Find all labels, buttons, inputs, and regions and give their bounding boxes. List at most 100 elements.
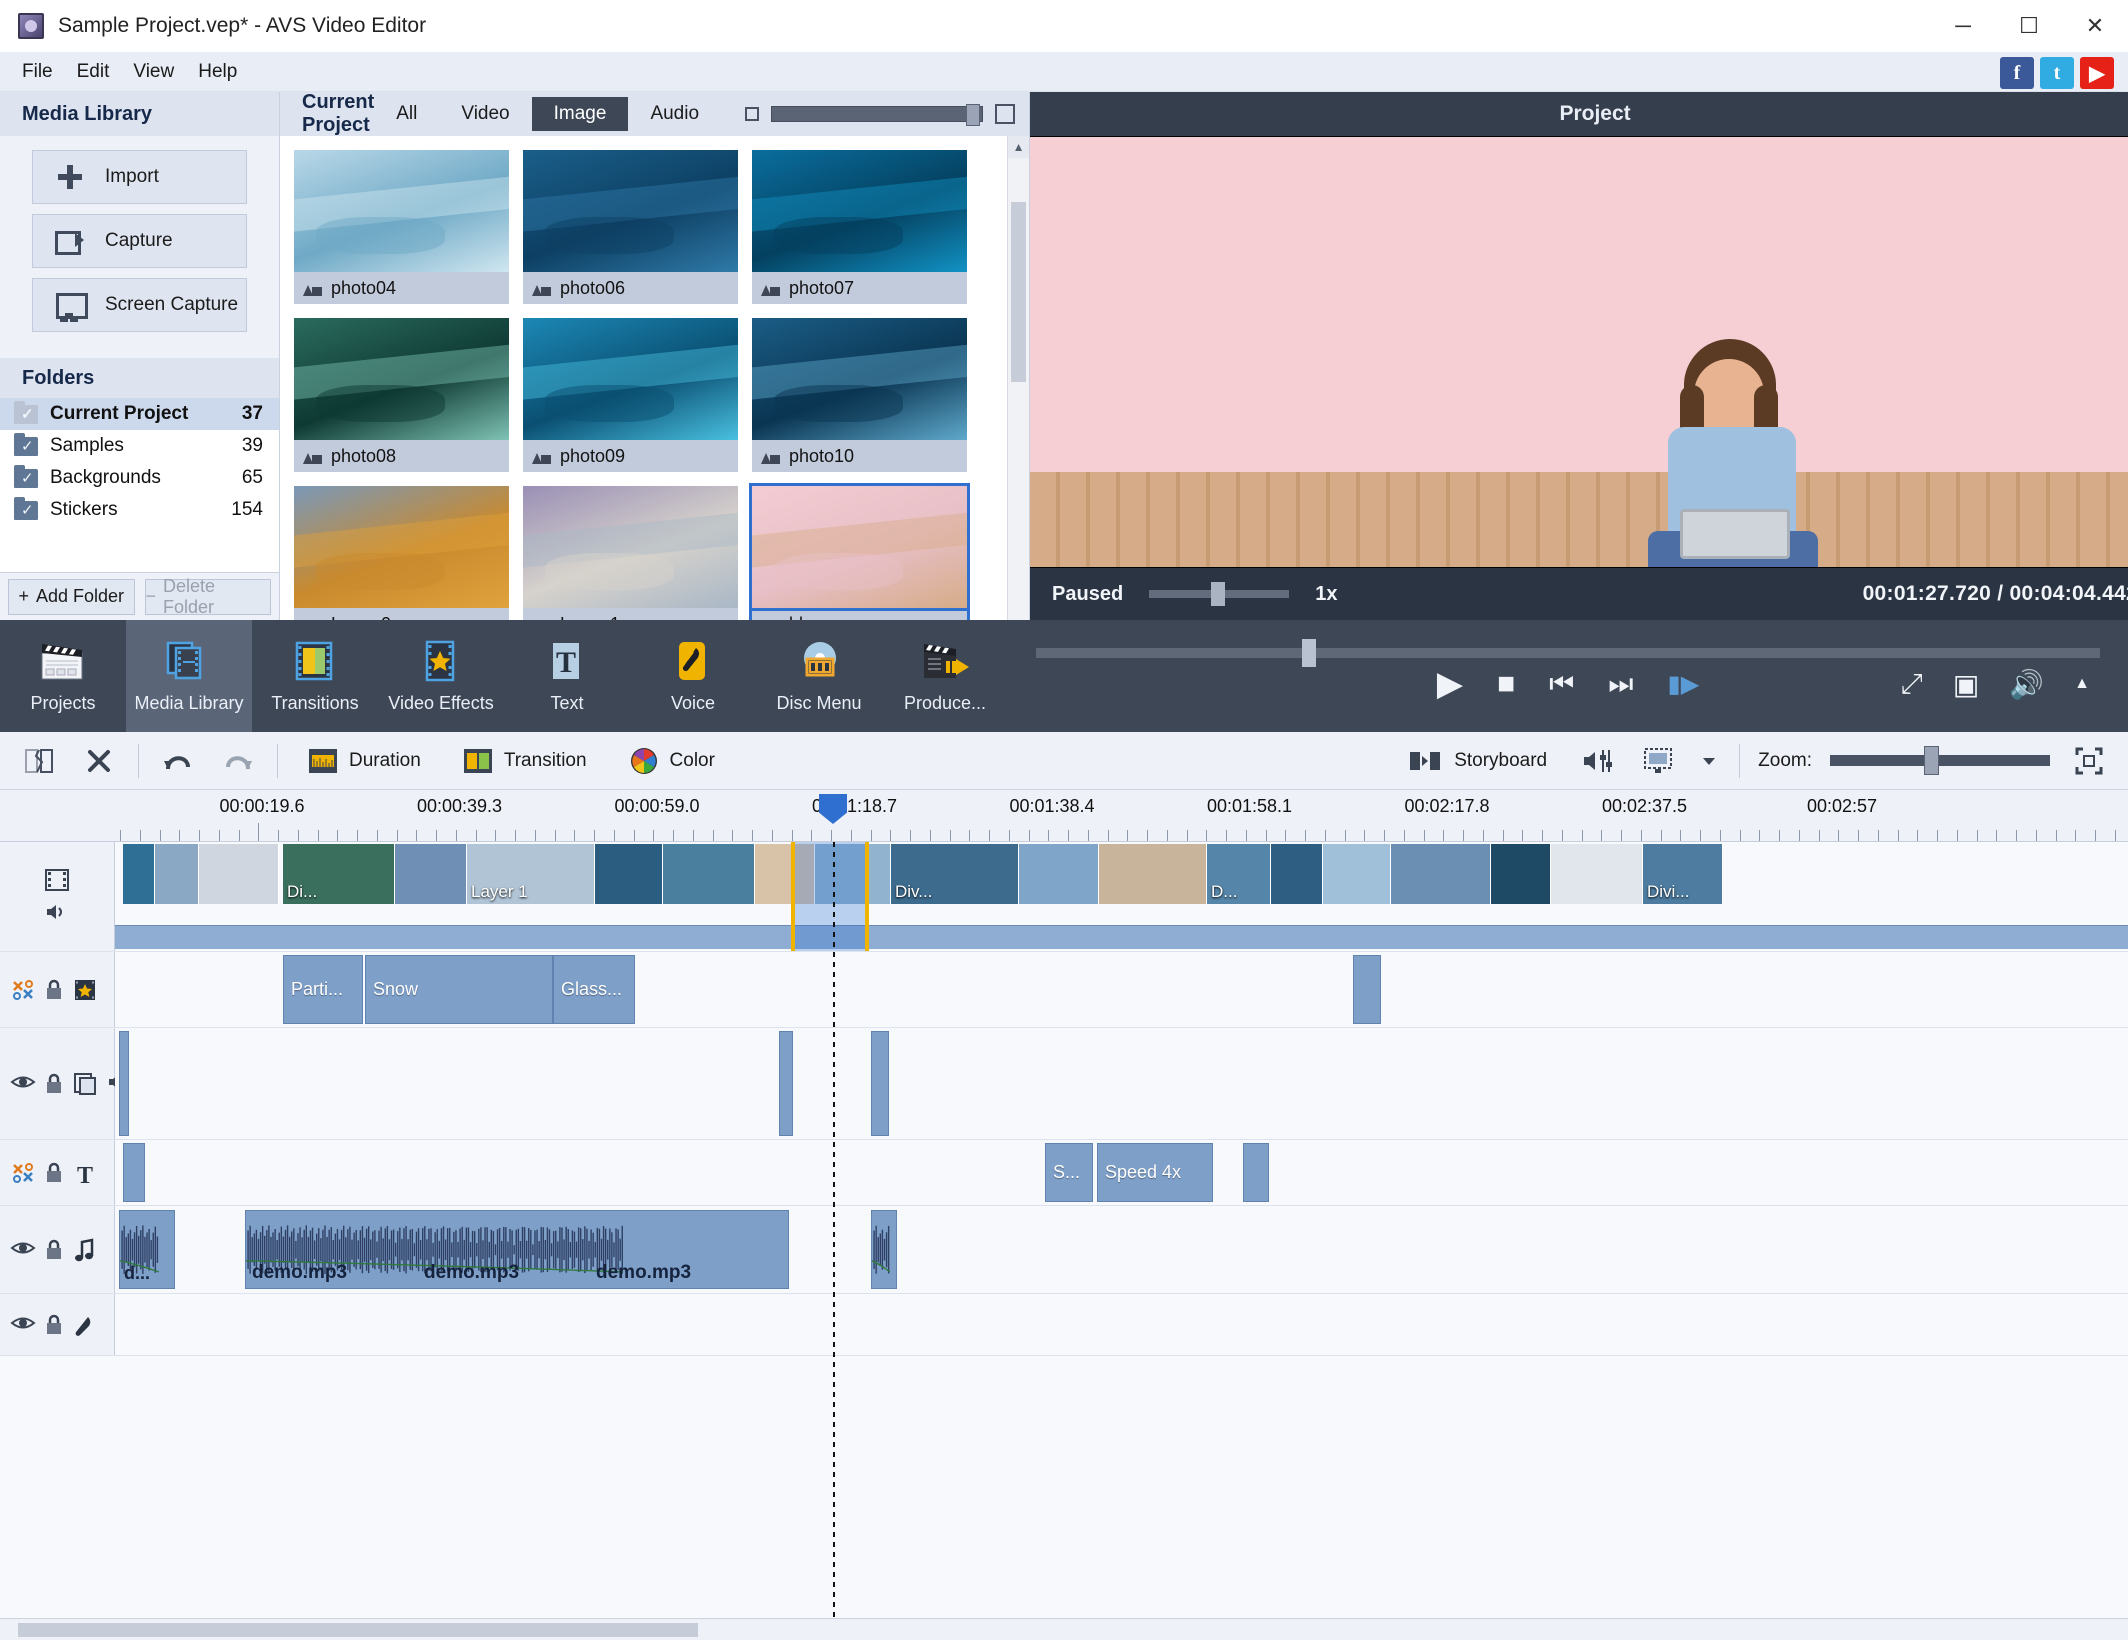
lock-icon[interactable] xyxy=(44,1161,64,1185)
video-clip[interactable]: Divi... xyxy=(1643,844,1723,904)
lock-icon[interactable] xyxy=(44,978,64,1002)
audio-clip[interactable]: demo.mp3 demo.mp3 demo.mp3 xyxy=(245,1210,789,1289)
timeline-clip[interactable]: Speed 4x xyxy=(1097,1143,1213,1202)
track-lane[interactable] xyxy=(115,1294,2128,1355)
twitter-icon[interactable]: t xyxy=(2040,57,2074,89)
track-lane[interactable]: Parti... Snow Glass... xyxy=(115,952,2128,1027)
small-thumbnail-icon[interactable] xyxy=(745,107,760,121)
lock-icon[interactable] xyxy=(44,1238,64,1262)
video-clip[interactable] xyxy=(1551,844,1643,904)
color-button[interactable]: Color xyxy=(617,741,727,781)
media-item[interactable]: photo08 xyxy=(294,318,509,472)
toolbar-tab-transitions[interactable]: Transitions xyxy=(252,620,378,732)
media-item[interactable]: photo06 xyxy=(523,150,738,304)
timeline-clip[interactable]: S... xyxy=(1045,1143,1093,1202)
track-lane[interactable]: S... Speed 4x xyxy=(115,1140,2128,1205)
media-thumbnail[interactable] xyxy=(294,486,509,608)
video-clip[interactable] xyxy=(155,844,199,904)
media-item[interactable]: photo10 xyxy=(752,318,967,472)
menu-help[interactable]: Help xyxy=(186,57,249,87)
timeline-clip[interactable] xyxy=(119,1031,129,1136)
timeline-clip[interactable] xyxy=(1353,955,1381,1024)
toolbar-tab-projects[interactable]: Projects xyxy=(0,620,126,732)
menu-file[interactable]: File xyxy=(10,57,65,87)
video-clip[interactable] xyxy=(663,844,755,904)
track-lane[interactable] xyxy=(115,1028,2128,1139)
preview-stage[interactable] xyxy=(1030,136,2128,568)
delete-folder-button[interactable]: − Delete Folder xyxy=(144,576,271,617)
media-thumbnail[interactable] xyxy=(523,318,738,440)
video-clip[interactable] xyxy=(595,844,663,904)
folder-item-backgrounds[interactable]: Backgrounds 65 xyxy=(0,462,279,494)
folder-item-stickers[interactable]: Stickers 154 xyxy=(0,494,279,526)
close-button[interactable]: ✕ xyxy=(2062,0,2128,52)
filter-image[interactable]: Image xyxy=(531,97,629,131)
video-clip[interactable]: D... xyxy=(1207,844,1271,904)
video-clip[interactable] xyxy=(1491,844,1551,904)
media-item[interactable]: Layer 1 xyxy=(523,486,738,620)
timeline-clip[interactable] xyxy=(871,1031,889,1136)
preview-display-button[interactable] xyxy=(1637,740,1679,782)
timeline-clip[interactable]: Parti... xyxy=(283,955,363,1024)
video-clip[interactable] xyxy=(395,844,467,904)
duration-button[interactable]: Duration xyxy=(296,742,433,780)
storyboard-button[interactable]: Storyboard xyxy=(1397,744,1559,778)
eye-icon[interactable] xyxy=(10,1238,36,1262)
previous-frame-button[interactable]: ⏮ xyxy=(1549,668,1574,701)
video-clip[interactable]: Div... xyxy=(891,844,1019,904)
menu-edit[interactable]: Edit xyxy=(65,57,122,87)
folder-item-current-project[interactable]: Current Project 37 xyxy=(0,398,279,430)
hscrollbar-thumb[interactable] xyxy=(18,1623,698,1637)
browser-scrollbar[interactable]: ▲ xyxy=(1007,136,1030,620)
toolbar-tab-produce[interactable]: Produce... xyxy=(882,620,1008,732)
volume-button[interactable]: 🔊 xyxy=(2009,668,2044,701)
eye-icon[interactable] xyxy=(10,1072,36,1096)
speed-slider[interactable] xyxy=(1149,582,1290,606)
timeline-hscrollbar[interactable] xyxy=(0,1618,2128,1640)
add-folder-button[interactable]: + Add Folder xyxy=(8,578,135,615)
video-clip[interactable] xyxy=(123,844,155,904)
video-clip[interactable] xyxy=(1271,844,1323,904)
audio-clip[interactable]: d... xyxy=(119,1210,175,1289)
filter-audio[interactable]: Audio xyxy=(628,97,721,131)
speaker-icon[interactable] xyxy=(44,902,70,926)
stop-button[interactable]: ■ xyxy=(1497,667,1515,701)
playhead-handle[interactable] xyxy=(819,794,847,824)
fit-to-window-button[interactable] xyxy=(2068,740,2110,782)
media-thumbnail[interactable] xyxy=(749,483,970,611)
media-thumbnail[interactable] xyxy=(752,150,967,272)
mark-button[interactable]: ▮▶ xyxy=(1668,670,1700,699)
slider-handle[interactable] xyxy=(966,104,981,126)
filter-all[interactable]: All xyxy=(374,97,439,131)
video-clip[interactable]: Layer 1 xyxy=(467,844,595,904)
media-item[interactable]: photo07 xyxy=(752,150,967,304)
minimize-button[interactable]: ─ xyxy=(1930,0,1996,52)
timeline-zoom-slider[interactable] xyxy=(1830,746,2050,775)
timeline-clip[interactable] xyxy=(123,1143,145,1202)
fullscreen-button[interactable]: ⤢ xyxy=(1900,668,1922,701)
snapshot-button[interactable]: ▣ xyxy=(1953,668,1979,701)
video-clip[interactable]: Di... xyxy=(283,844,395,904)
split-clip-button[interactable] xyxy=(18,740,60,782)
facebook-icon[interactable]: f xyxy=(2000,57,2034,89)
menu-view[interactable]: View xyxy=(121,57,186,87)
media-thumbnail[interactable] xyxy=(294,150,509,272)
video-clip[interactable] xyxy=(1391,844,1491,904)
media-item[interactable]: Layer 0 xyxy=(294,486,509,620)
thumbnail-size-slider[interactable] xyxy=(771,104,984,126)
undo-button[interactable] xyxy=(157,740,199,782)
timeline-ruler[interactable]: 00:00:19.6 00:00:39.3 00:00:59.0 00:01:18.7… xyxy=(0,790,2128,842)
video-clip[interactable] xyxy=(199,844,279,904)
youtube-icon[interactable]: ▶ xyxy=(2080,57,2114,89)
track-lane[interactable]: Di... Layer 1 Div... D... Divi... xyxy=(115,842,2128,951)
track-lane[interactable]: d... demo.mp3 demo.mp3 demo.mp3 xyxy=(115,1206,2128,1293)
audio-clip[interactable] xyxy=(871,1210,897,1289)
import-button[interactable]: Import xyxy=(32,150,247,204)
next-frame-button[interactable]: ⏭ xyxy=(1608,668,1633,701)
toolbar-tab-disc-menu[interactable]: Disc Menu xyxy=(756,620,882,732)
selected-clip-highlight[interactable] xyxy=(791,842,869,951)
audio-mixer-button[interactable] xyxy=(1577,740,1619,782)
media-item[interactable]: photo09 xyxy=(523,318,738,472)
eye-icon[interactable] xyxy=(10,1313,36,1337)
redo-button[interactable] xyxy=(217,740,259,782)
